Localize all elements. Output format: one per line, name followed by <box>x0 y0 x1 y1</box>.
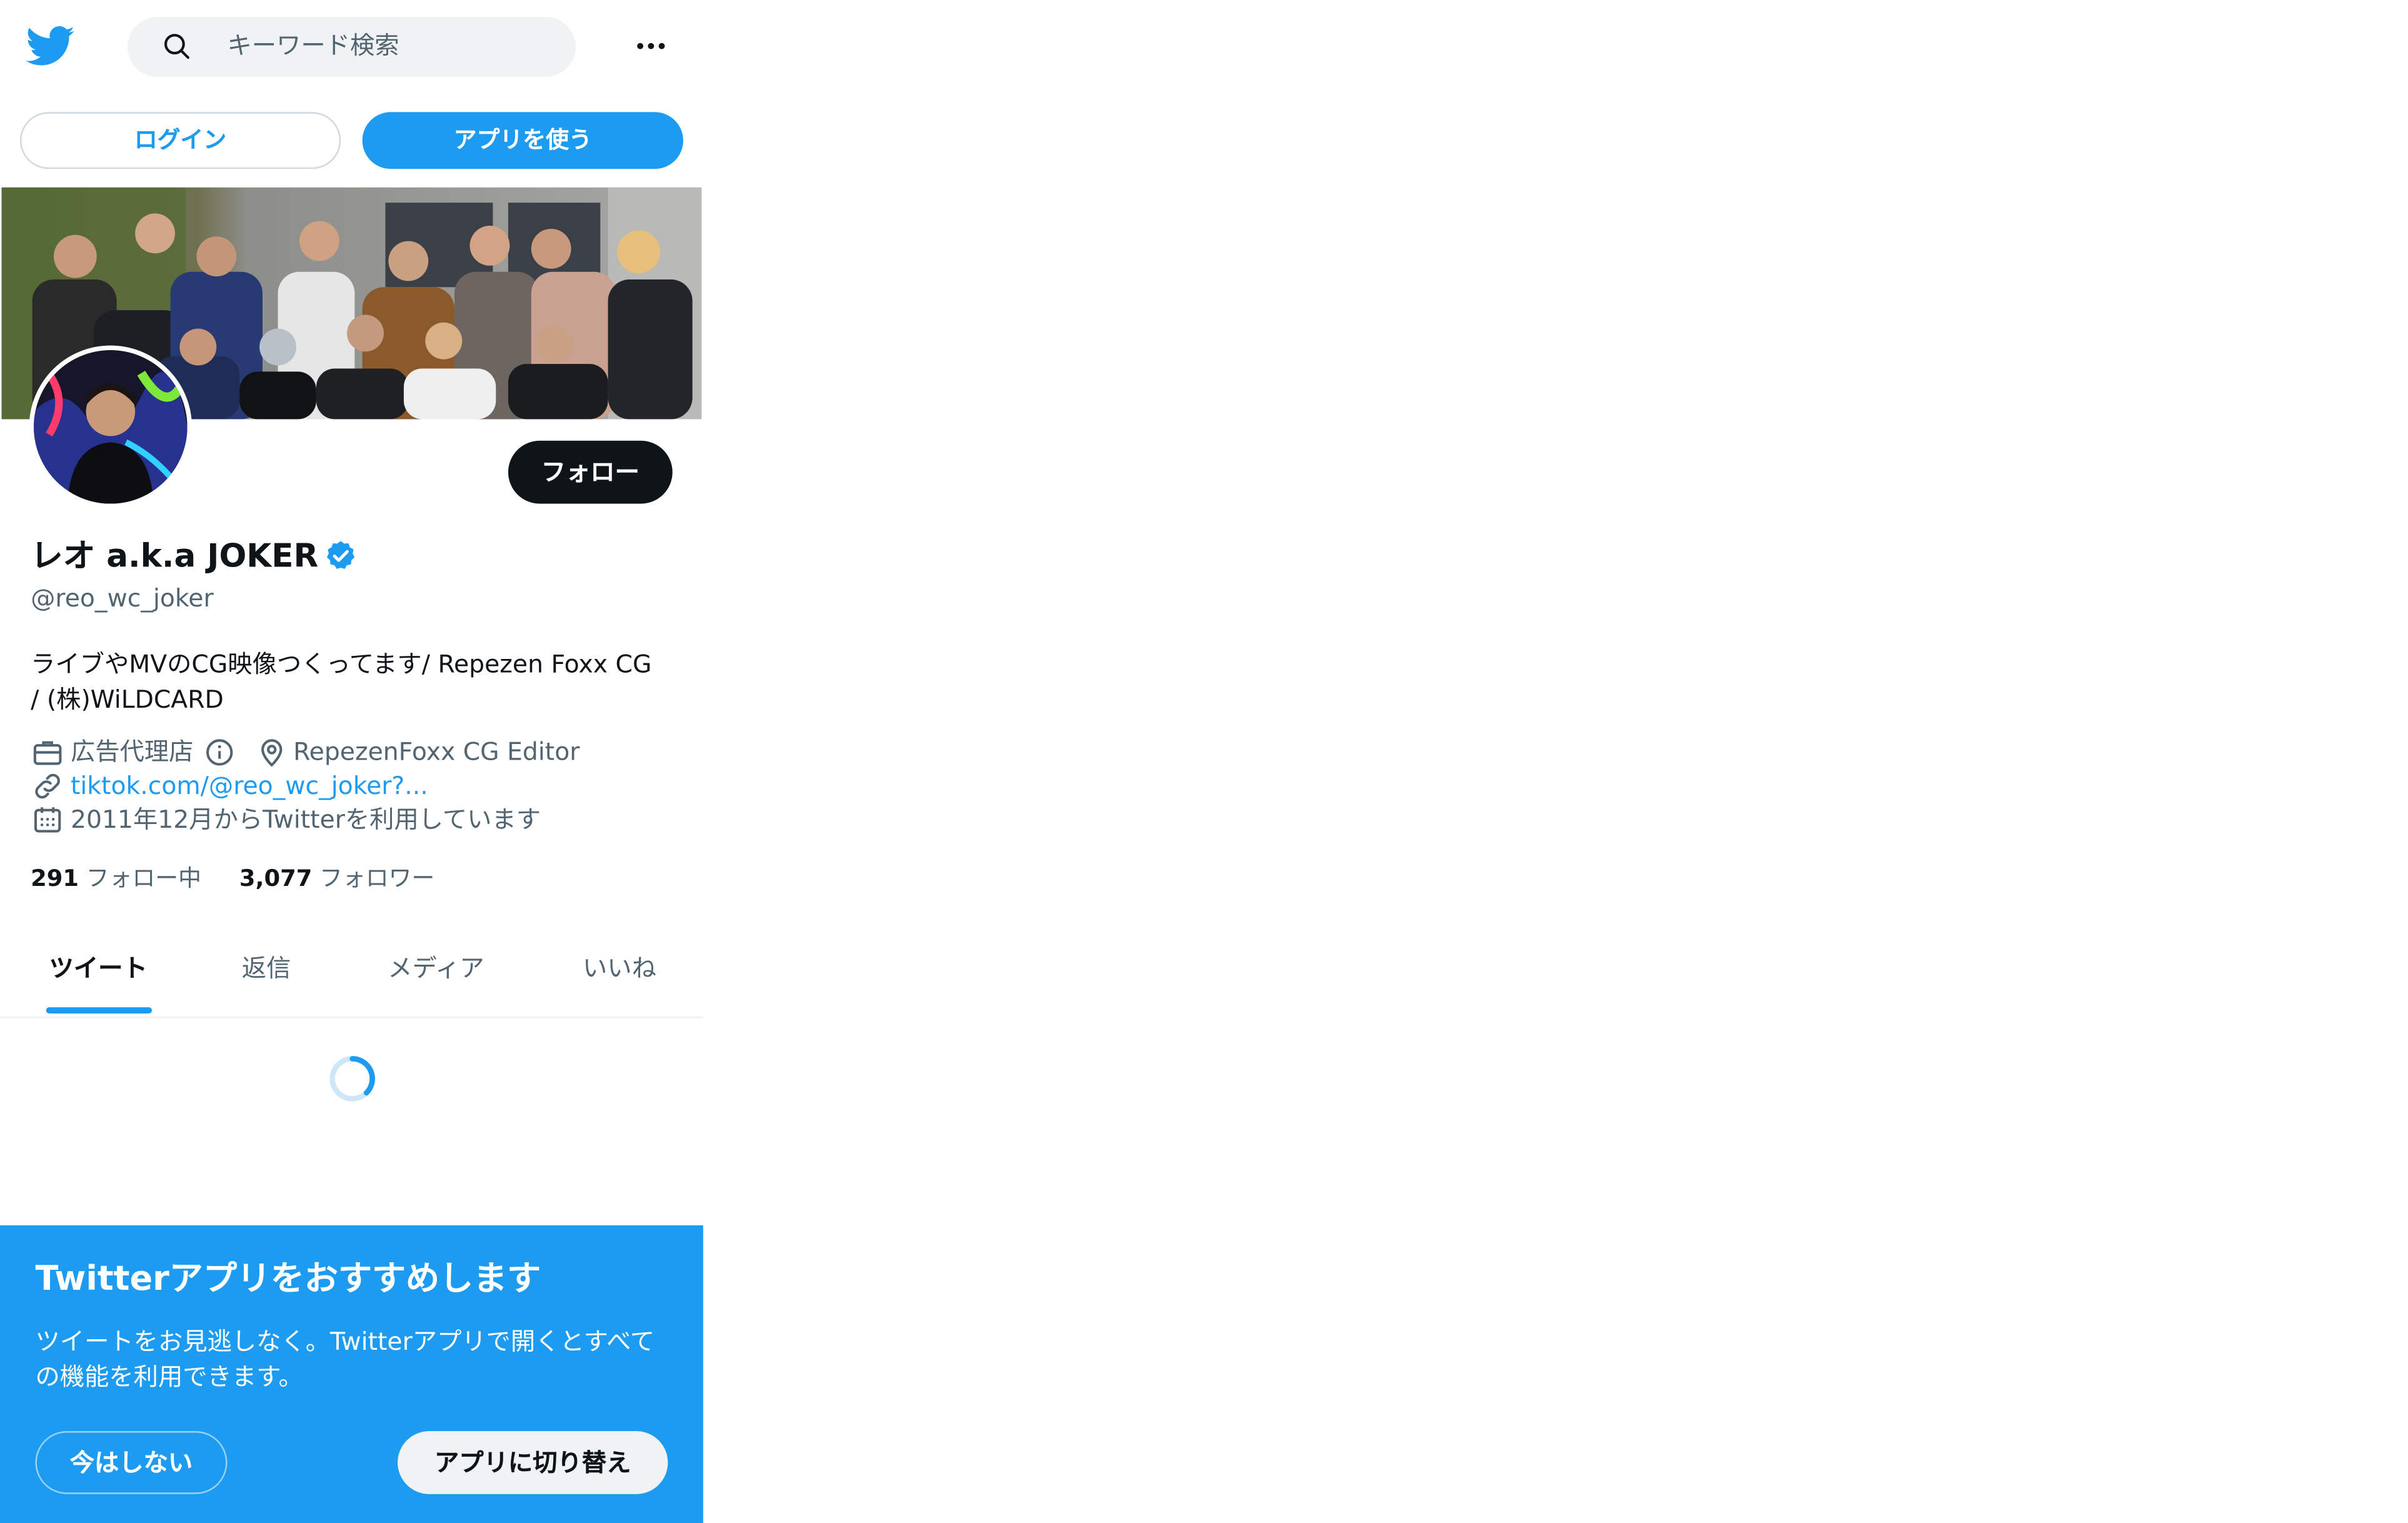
tab-media[interactable]: メディア <box>336 927 536 1016</box>
tab-replies[interactable]: 返信 <box>196 927 336 1016</box>
twitter-logo-icon[interactable] <box>26 21 76 71</box>
location-icon <box>261 739 283 767</box>
display-name: レオ a.k.a JOKER <box>31 535 358 578</box>
calendar-icon <box>34 807 61 833</box>
profile-tabs: ツイート 返信 メディア いいね <box>0 927 703 1018</box>
verified-badge-icon <box>327 541 355 570</box>
profile-meta-link: tiktok.com/@reo_wc_joker?... <box>31 769 428 803</box>
tab-likes[interactable]: いいね <box>536 927 703 1016</box>
app-promo-banner: Twitterアプリをおすすめします ツイートをお見逃しなく。Twitterアプ… <box>0 1225 703 1523</box>
search-input[interactable]: キーワード検索 <box>127 17 576 77</box>
profile-stats: 291 フォロー中 3,077 フォロワー <box>31 863 434 893</box>
link-icon <box>35 773 60 799</box>
switch-to-app-button[interactable]: アプリに切り替え <box>398 1430 668 1494</box>
following-count: 291 <box>31 864 79 892</box>
profile-meta-joined: 2011年12月からTwitterを利用しています <box>31 803 541 837</box>
loading-spinner-icon <box>327 1053 378 1104</box>
follow-button[interactable]: フォロー <box>508 440 673 504</box>
briefcase-icon <box>33 741 62 765</box>
profile-meta-category-location: 広告代理店 RepezenFoxx CG Editor <box>31 735 579 769</box>
profile-location: RepezenFoxx CG Editor <box>293 736 580 767</box>
user-handle: @reo_wc_joker <box>31 583 214 613</box>
login-button[interactable]: ログイン <box>19 112 341 169</box>
profile-website-link[interactable]: tiktok.com/@reo_wc_joker?... <box>71 771 428 802</box>
profile-bio: ライブやMVのCG映像つくってます/ Repezen Foxx CG / (株)… <box>31 649 652 715</box>
promo-title: Twitterアプリをおすすめします <box>35 1260 541 1299</box>
followers-count: 3,077 <box>239 864 313 892</box>
profile-joined-date: 2011年12月からTwitterを利用しています <box>70 804 541 834</box>
profile-avatar[interactable] <box>29 345 192 508</box>
search-placeholder: キーワード検索 <box>227 31 399 60</box>
following-link[interactable]: 291 フォロー中 <box>31 865 201 892</box>
use-app-button[interactable]: アプリを使う <box>362 112 683 169</box>
active-tab-indicator <box>46 1007 153 1013</box>
more-options-icon[interactable] <box>630 24 673 68</box>
not-now-button[interactable]: 今はしない <box>35 1430 228 1494</box>
profile-page: キーワード検索 ログイン アプリを使う フォロー レオ a.k.a JOKER … <box>0 0 703 1523</box>
search-icon <box>161 31 192 61</box>
followers-link[interactable]: 3,077 フォロワー <box>239 865 435 892</box>
followers-label: フォロワー <box>319 864 435 892</box>
promo-text: ツイートをお見逃しなく。Twitterアプリで開くとすべての機能を利用できます。 <box>35 1326 655 1392</box>
info-icon[interactable] <box>203 735 236 769</box>
tab-tweets[interactable]: ツイート <box>0 927 196 1016</box>
profile-category: 広告代理店 <box>70 736 194 767</box>
display-name-text: レオ a.k.a JOKER <box>31 537 319 575</box>
following-label: フォロー中 <box>86 864 202 892</box>
